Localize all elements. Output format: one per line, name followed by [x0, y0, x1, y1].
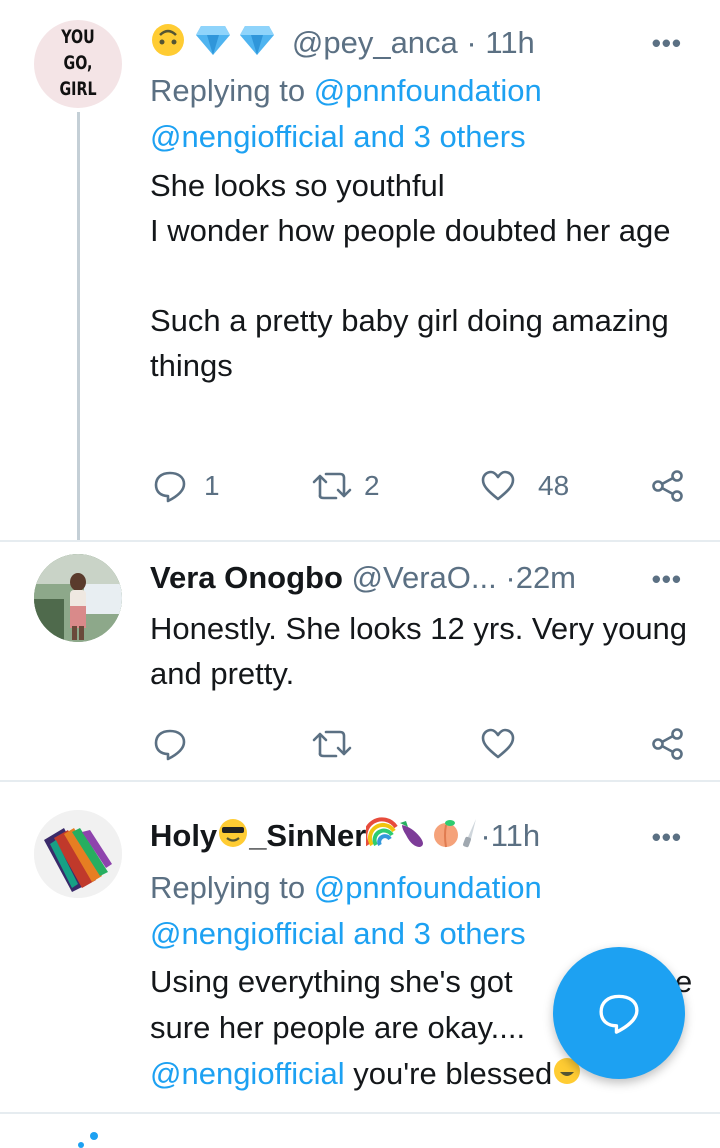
timestamp[interactable]: 11h [485, 25, 534, 60]
others-link[interactable]: and 3 others [345, 916, 525, 951]
gem-icon [195, 24, 231, 66]
like-button[interactable]: 48 [480, 466, 569, 506]
compose-reply-icon [599, 994, 639, 1034]
tweet-text-line: Using everything she's got [150, 964, 513, 999]
timestamp[interactable]: 22m [516, 560, 576, 595]
retweet-icon [312, 730, 352, 758]
replying-to-line2: @nengiofficial and 3 others [150, 911, 526, 957]
mention-link[interactable]: @nengiofficial [150, 119, 345, 154]
retweet-button[interactable]: 2 [312, 466, 380, 506]
tweet-actions [150, 724, 690, 764]
reply-button[interactable]: 1 [152, 466, 220, 506]
more-options-icon[interactable]: ••• [652, 564, 682, 594]
smiling-face-with-sunglasses-icon [217, 817, 249, 859]
like-button[interactable] [480, 724, 516, 764]
tweet-header: Holy _SinNer ·11h [150, 816, 540, 856]
user-handle[interactable]: @pey_anca [292, 25, 458, 60]
replying-to: Replying to @pnnfoundation [150, 68, 542, 114]
tweet-2[interactable]: Vera Onogbo @VeraO... ·22m ••• Honestly.… [0, 542, 720, 780]
reply-button[interactable] [152, 724, 188, 764]
mention-link[interactable]: @pnnfoundation [314, 870, 542, 905]
reply-icon [154, 729, 186, 761]
avatar[interactable]: YOU GO, GIRL [34, 20, 122, 108]
next-tweet-hint [78, 1132, 108, 1148]
heart-icon [481, 728, 515, 759]
tweet-1[interactable]: YOU GO, GIRL @pey_anca · 11h ••• Replyin… [0, 0, 720, 542]
display-name[interactable]: Vera Onogbo [150, 560, 343, 595]
tweet-text-fragment: you're blessed [344, 1056, 553, 1091]
display-name-part[interactable]: _SinNer [249, 818, 366, 853]
like-count: 48 [538, 470, 570, 501]
replying-to-line2: @nengiofficial and 3 others [150, 114, 526, 160]
replying-to: Replying to @pnnfoundation [150, 865, 542, 911]
knife-icon [462, 817, 480, 859]
replying-to-label: Replying to [150, 870, 314, 905]
user-handle[interactable]: @VeraO... [352, 560, 497, 595]
display-name-part[interactable]: Holy [150, 818, 217, 853]
tweet-header: Vera Onogbo @VeraO... ·22m [150, 558, 576, 598]
upside-down-face-icon [150, 22, 186, 68]
eggplant-icon [398, 817, 430, 859]
thread-line [77, 112, 80, 542]
timestamp[interactable]: 11h [491, 818, 540, 853]
separator-dot: · [505, 560, 516, 595]
more-options-icon[interactable]: ••• [652, 28, 682, 58]
tweet-text: She looks so youthful I wonder how peopl… [150, 168, 671, 383]
retweet-button[interactable] [312, 724, 352, 764]
tweet-actions: 1 2 48 [150, 466, 690, 506]
avatar[interactable] [34, 554, 122, 642]
mention-link[interactable]: @pnnfoundation [314, 73, 542, 108]
avatar[interactable] [34, 810, 122, 898]
share-icon [652, 470, 683, 502]
tweet-text: Honestly. She looks 12 yrs. Very young a… [150, 611, 688, 691]
avatar-text-line: GIRL [59, 78, 97, 100]
divider [0, 1112, 720, 1114]
retweet-icon [312, 472, 352, 500]
separator-dot: · [480, 818, 491, 853]
reply-count: 1 [204, 470, 220, 501]
share-button[interactable] [650, 724, 686, 764]
avatar-text-line: GO, [63, 52, 93, 74]
gem-icon [239, 24, 275, 66]
others-link[interactable]: and 3 others [345, 119, 525, 154]
share-icon [652, 728, 683, 760]
share-button[interactable] [650, 466, 686, 506]
peach-icon [430, 817, 462, 859]
replying-to-label: Replying to [150, 73, 314, 108]
tweet-header: @pey_anca · 11h [150, 22, 535, 62]
avatar-text-line: YOU [61, 26, 95, 48]
mention-link[interactable]: @nengiofficial [150, 1056, 345, 1091]
more-options-icon[interactable]: ••• [652, 822, 682, 852]
retweet-count: 2 [364, 470, 380, 501]
mention-link[interactable]: @nengiofficial [150, 916, 345, 951]
rainbow-icon [363, 817, 399, 859]
compose-reply-button[interactable] [553, 947, 685, 1079]
separator-dot: · [466, 25, 477, 61]
reply-icon [154, 471, 186, 503]
heart-icon [481, 470, 515, 501]
